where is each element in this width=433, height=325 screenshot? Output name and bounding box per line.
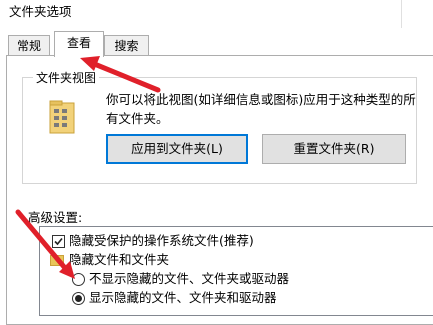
folder-icon	[50, 255, 64, 266]
list-item[interactable]: 显示隐藏的文件、文件夹和驱动器	[40, 288, 430, 308]
window-edge	[401, 0, 402, 28]
folder-views-title: 文件夹视图	[33, 69, 100, 86]
list-item-label: 隐藏受保护的操作系统文件(推荐)	[69, 233, 254, 248]
radio-dot	[75, 295, 82, 302]
folder-views-description: 你可以将此视图(如详细信息或图标)应用于这种类型的所有文件夹。	[106, 92, 416, 126]
radio-unselected-icon[interactable]	[72, 273, 85, 286]
list-item: 隐藏文件和文件夹	[40, 250, 430, 270]
folder-view-icon	[49, 100, 75, 134]
tab-general[interactable]: 常规	[8, 35, 50, 55]
window-title: 文件夹选项	[9, 4, 72, 19]
reset-folders-button[interactable]: 重置文件夹(R)	[262, 134, 406, 164]
list-item-label: 显示隐藏的文件、文件夹和驱动器	[89, 290, 277, 305]
tab-search[interactable]: 搜索	[104, 35, 149, 55]
tab-view[interactable]: 查看	[54, 31, 104, 57]
list-item-label: 隐藏文件和文件夹	[69, 252, 170, 267]
list-item-label: 不显示隐藏的文件、文件夹或驱动器	[89, 271, 290, 286]
tab-strip: 常规 查看 搜索	[0, 28, 433, 57]
list-item[interactable]: 不显示隐藏的文件、文件夹或驱动器	[40, 269, 430, 289]
advanced-settings-list[interactable]: 隐藏受保护的操作系统文件(推荐) 隐藏文件和文件夹 不显示隐藏的文件、文件夹或驱…	[39, 226, 433, 316]
checkbox-checked-icon[interactable]	[52, 235, 65, 248]
list-item[interactable]: 隐藏受保护的操作系统文件(推荐)	[40, 231, 430, 251]
advanced-settings-label: 高级设置:	[28, 210, 83, 225]
apply-to-folders-button[interactable]: 应用到文件夹(L)	[106, 134, 248, 164]
title-bar: 文件夹选项	[0, 0, 433, 28]
radio-selected-icon[interactable]	[72, 292, 85, 305]
